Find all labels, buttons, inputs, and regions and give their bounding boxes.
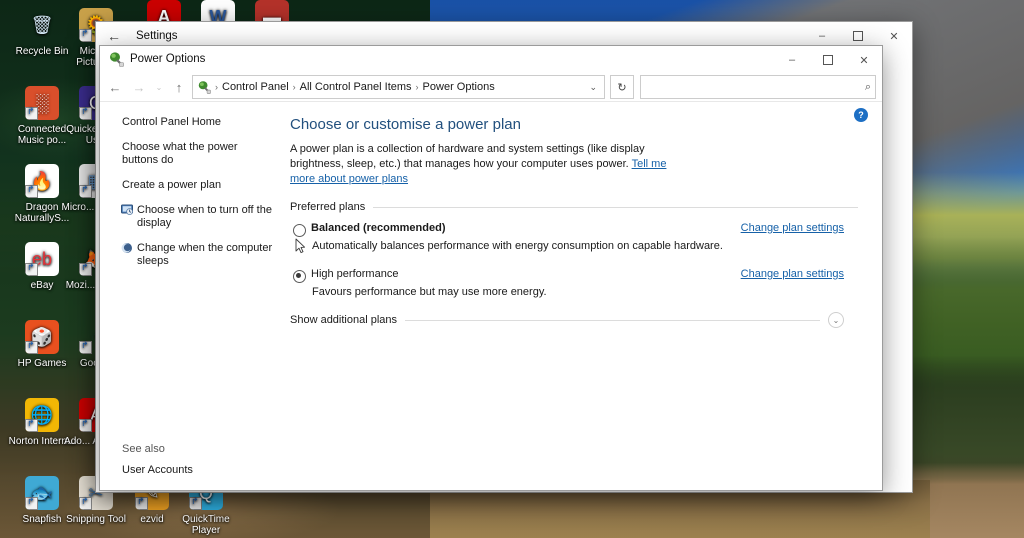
shortcut-overlay-icon: [135, 497, 148, 510]
dragon-naturallyspeaking-icon: 🔥: [25, 164, 59, 198]
change-plan-settings-link[interactable]: Change plan settings: [741, 222, 844, 234]
address-bar-chevron-down-icon[interactable]: ⌄: [584, 82, 602, 93]
sidebar-item-choose-what-power-buttons-do[interactable]: Choose what the power buttons do: [122, 141, 274, 167]
power-plan-description: Favours performance but may use more ene…: [312, 286, 547, 298]
sidebar-item-label: Change when the computer sleeps: [137, 242, 273, 267]
search-icon: ⌕: [864, 80, 871, 93]
power-plan-high-performance: High performance Change plan settings Favo…: [290, 268, 858, 298]
recycle-bin-icon: 🗑: [30, 14, 54, 35]
shortcut-overlay-icon: [189, 497, 202, 510]
power-options-window-controls: – ✕: [774, 46, 882, 74]
power-plug-icon: [108, 51, 124, 67]
see-also-user-accounts-link[interactable]: User Accounts: [122, 464, 272, 476]
power-options-window-title: Power Options: [130, 53, 206, 65]
power-options-main-pane: ? Choose or customise a power plan A pow…: [282, 102, 882, 490]
snapfish-icon: 🐟: [25, 476, 59, 510]
page-title: Choose or customise a power plan: [290, 116, 521, 133]
maximize-icon: [853, 31, 863, 41]
power-options-navigation-bar: ← → ⌄ ↑ › Control Panel › All Control Pa…: [100, 73, 882, 101]
shortcut-overlay-icon: [79, 419, 92, 432]
norton-internet-security-icon: 🌐: [25, 398, 59, 432]
display-icon: [121, 204, 134, 216]
change-plan-settings-link[interactable]: Change plan settings: [741, 268, 844, 280]
power-options-titlebar[interactable]: Power Options – ✕: [100, 46, 882, 73]
maximize-icon: [823, 55, 833, 65]
shortcut-overlay-icon: [25, 107, 38, 120]
shortcut-overlay-icon: [79, 107, 92, 120]
connected-music-portal-icon: ░: [25, 86, 59, 120]
section-divider: [373, 206, 858, 208]
shortcut-overlay-icon: [25, 185, 38, 198]
see-also-section: See also User Accounts: [122, 443, 272, 476]
shortcut-overlay-icon: [25, 497, 38, 510]
shortcut-overlay-icon: [79, 185, 92, 198]
shortcut-overlay-icon: [79, 497, 92, 510]
screen: 🗑Recycle Bin🌻Micro... Picture...░Connect…: [0, 0, 1024, 538]
section-divider: [405, 319, 820, 321]
sidebar-item-choose-when-to-turn-off-display[interactable]: Choose when to turn off the display: [121, 204, 274, 230]
shortcut-overlay-icon: [25, 419, 38, 432]
power-plans-list: Balanced (recommended) Change plan settin…: [290, 222, 858, 298]
radio-high-performance[interactable]: [293, 270, 306, 283]
show-additional-plans-row[interactable]: Show additional plans ⌄: [290, 312, 858, 328]
address-bar-power-icon: [197, 80, 211, 94]
shortcut-overlay-icon: [79, 29, 92, 42]
breadcrumb-all-control-panel-items[interactable]: All Control Panel Items: [297, 81, 415, 93]
power-options-window[interactable]: Power Options – ✕ ← → ⌄ ↑ › Control Pane…: [100, 46, 882, 490]
address-bar[interactable]: › Control Panel › All Control Panel Item…: [192, 75, 605, 99]
see-also-title: See also: [122, 443, 165, 455]
back-button[interactable]: ←: [104, 76, 126, 98]
preferred-plans-header: Preferred plans: [290, 201, 858, 213]
help-icon[interactable]: ?: [854, 108, 868, 122]
power-options-content: Control Panel Home Choose what the power…: [100, 101, 882, 490]
search-input[interactable]: [645, 80, 865, 94]
sidebar-item-change-when-computer-sleeps[interactable]: Change when the computer sleeps: [121, 242, 274, 268]
page-description: A power plan is a collection of hardware…: [290, 142, 692, 187]
show-additional-plans-label: Show additional plans: [290, 314, 398, 326]
ebay-icon: eb: [25, 242, 59, 276]
breadcrumb-control-panel[interactable]: Control Panel: [219, 81, 292, 93]
power-options-sidebar: Control Panel Home Choose what the power…: [100, 102, 282, 490]
recent-locations-button[interactable]: ⌄: [152, 76, 166, 98]
up-button[interactable]: ↑: [168, 76, 190, 98]
page-description-text: A power plan is a collection of hardware…: [290, 143, 645, 170]
power-close-button[interactable]: ✕: [846, 46, 882, 74]
shortcut-overlay-icon: [79, 341, 92, 354]
sidebar-item-control-panel-home[interactable]: Control Panel Home: [122, 116, 274, 129]
radio-balanced[interactable]: [293, 224, 306, 237]
shortcut-overlay-icon: [25, 341, 38, 354]
hp-games-icon: 🎲: [25, 320, 59, 354]
sidebar-item-create-a-power-plan[interactable]: Create a power plan: [122, 179, 274, 192]
power-plan-title: High performance: [311, 268, 399, 280]
forward-button[interactable]: →: [128, 76, 150, 98]
settings-window-title: Settings: [136, 30, 178, 42]
refresh-button[interactable]: ↻: [610, 75, 634, 99]
preferred-plans-label: Preferred plans: [290, 201, 366, 213]
breadcrumb-power-options[interactable]: Power Options: [420, 81, 498, 93]
desktop-icon-label: QuickTime Player: [182, 514, 230, 536]
power-plan-description: Automatically balances performance with …: [312, 240, 723, 252]
sidebar-item-label: Choose when to turn off the display: [137, 204, 272, 229]
shortcut-overlay-icon: [79, 263, 92, 276]
power-maximize-button[interactable]: [810, 46, 846, 74]
search-box[interactable]: ⌕: [640, 75, 876, 99]
power-minimize-button[interactable]: –: [774, 46, 810, 74]
sleep-icon: [121, 242, 133, 254]
chevron-down-icon[interactable]: ⌄: [828, 312, 844, 328]
power-plan-title: Balanced (recommended): [311, 222, 446, 234]
shortcut-overlay-icon: [25, 263, 38, 276]
power-plan-balanced: Balanced (recommended) Change plan settin…: [290, 222, 858, 252]
